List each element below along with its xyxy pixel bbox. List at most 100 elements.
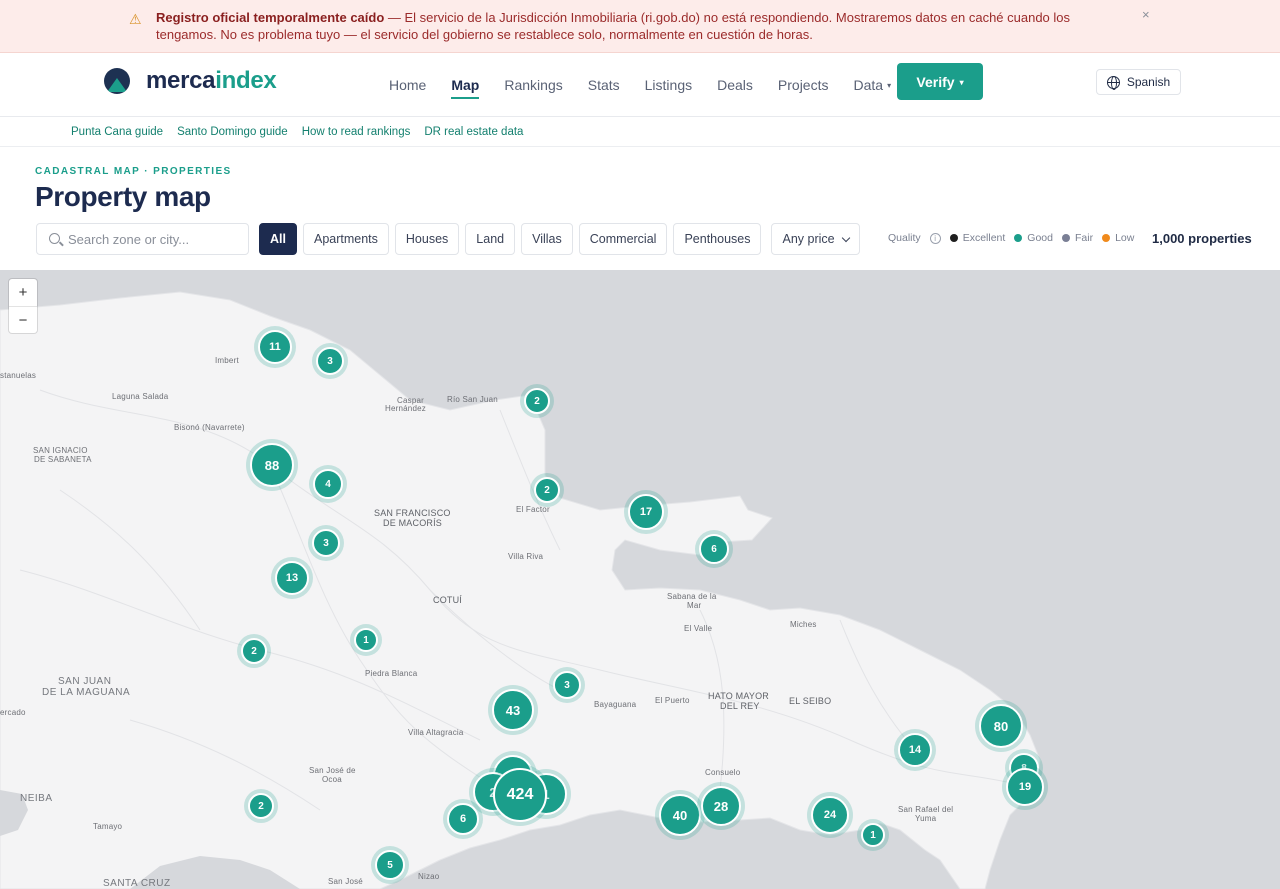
caret-icon: ▾ (887, 81, 892, 90)
property-cluster[interactable]: 1 (861, 823, 885, 847)
zoom-out-button[interactable]: − (9, 306, 37, 333)
property-cluster[interactable]: 6 (699, 534, 729, 564)
quality-label: Quality (888, 232, 921, 244)
language-selector[interactable]: Spanish (1096, 69, 1181, 95)
guide-link[interactable]: Santo Domingo guide (177, 126, 288, 138)
globe-icon (1106, 75, 1120, 90)
guide-link[interactable]: How to read rankings (302, 126, 411, 138)
property-cluster[interactable]: 28 (701, 786, 741, 826)
map-place-label: Bayaguana (594, 700, 637, 709)
property-cluster[interactable]: 11 (258, 330, 292, 364)
map-place-label: Hernández (385, 404, 426, 413)
map-place-label: EL SEIBO (789, 696, 832, 706)
type-filters: All Apartments Houses Land Villas Commercial P… (259, 223, 860, 255)
map-place-label: Villa Riva (508, 552, 544, 561)
site-header: mercaindex Home Map Rankings Stats Listings D… (0, 53, 1280, 117)
map-place-label: San José de (309, 766, 356, 775)
quality-low: Low (1102, 232, 1134, 244)
property-cluster[interactable]: 3 (312, 529, 340, 557)
quality-excellent: Excellent (949, 232, 1005, 244)
property-cluster[interactable]: 424 (493, 768, 547, 822)
map-place-label: Laguna Salada (112, 392, 169, 401)
close-icon[interactable]: × (1142, 7, 1150, 22)
search-input[interactable] (68, 224, 243, 254)
search-box[interactable] (36, 223, 249, 255)
filter-chip-houses[interactable]: Houses (394, 223, 460, 255)
property-cluster[interactable]: 3 (553, 671, 581, 699)
property-cluster[interactable]: 2 (524, 388, 550, 414)
filter-chip-villas[interactable]: Villas (521, 223, 573, 255)
property-cluster[interactable]: 88 (250, 443, 294, 487)
guide-links: Punta Cana guide Santo Domingo guide How t… (0, 117, 1280, 147)
guide-link[interactable]: Punta Cana guide (71, 126, 163, 138)
property-cluster[interactable]: 5 (375, 850, 405, 880)
property-cluster[interactable]: 80 (979, 704, 1023, 748)
filter-chip-all[interactable]: All (259, 223, 297, 255)
map-place-label: Miches (790, 620, 817, 629)
map-place-label: DE MACORÍS (383, 518, 443, 528)
map-place-label: Nizao (418, 872, 440, 881)
chevron-down-icon (841, 233, 850, 242)
brand-name[interactable]: mercaindex (146, 67, 277, 95)
info-icon[interactable]: i (929, 232, 941, 244)
filter-chip-commercial[interactable]: Commercial (578, 223, 668, 255)
quality-legend: Quality i Excellent Good Fair Low (888, 232, 1134, 244)
map-place-label: DEL REY (720, 701, 760, 711)
nav-item-data[interactable]: Data ▾ (853, 53, 891, 117)
zoom-in-button[interactable]: + (9, 279, 37, 306)
price-dropdown[interactable]: Any price (771, 223, 860, 255)
map-place-label: El Valle (684, 624, 713, 633)
map-place-label: Piedra Blanca (365, 669, 418, 678)
nav-item-projects[interactable]: Projects (778, 53, 829, 117)
map-place-label: Villa Altagracia (408, 728, 464, 737)
zoom-controls: + − (9, 279, 37, 333)
map-place-label: SANTA CRUZ (103, 878, 171, 889)
nav-item-listings[interactable]: Listings (645, 53, 692, 117)
property-cluster[interactable]: 4 (313, 469, 343, 499)
property-cluster[interactable]: 2 (248, 793, 274, 819)
caret-icon: ▾ (959, 77, 964, 87)
property-cluster[interactable]: 2 (534, 477, 560, 503)
map-place-label: Imbert (215, 356, 239, 365)
property-cluster[interactable]: 14 (898, 733, 932, 767)
filter-chip-apartments[interactable]: Apartments (302, 223, 389, 255)
map-place-label: DE LA MAGUANA (42, 687, 131, 698)
map-place-label: El Puerto (655, 696, 690, 705)
warning-icon: ⚠ (129, 11, 142, 27)
property-cluster[interactable]: 6 (447, 803, 479, 835)
filter-chip-penthouses[interactable]: Penthouses (673, 223, 762, 255)
property-cluster[interactable]: 13 (275, 561, 309, 595)
property-map[interactable]: + − Imbert stanuelas Laguna Salada Caspar He… (0, 270, 1280, 889)
property-cluster[interactable]: 1 (354, 628, 378, 652)
map-place-label: SAN FRANCISCO (374, 508, 451, 518)
property-cluster[interactable]: 3 (316, 347, 344, 375)
filter-chip-land[interactable]: Land (465, 223, 516, 255)
banner-text: Registro oficial temporalmente caído — E… (156, 9, 1106, 43)
property-cluster[interactable]: 2 (241, 638, 267, 664)
island-landmass (0, 291, 1041, 889)
search-icon (49, 233, 60, 244)
nav-item-home[interactable]: Home (389, 53, 426, 117)
property-cluster[interactable]: 24 (811, 796, 849, 834)
map-place-label: Ocoa (322, 775, 342, 784)
nav-item-deals[interactable]: Deals (717, 53, 753, 117)
nav-item-map[interactable]: Map (451, 53, 480, 117)
map-place-label: COTUÍ (433, 595, 462, 605)
map-place-label: SAN IGNACIO (33, 446, 88, 455)
main-nav: Home Map Rankings Stats Listings Deals Project… (389, 53, 916, 117)
property-count: 1,000 properties (1152, 231, 1252, 246)
map-place-label: HATO MAYOR (708, 691, 770, 701)
map-place-label: ercado (0, 708, 26, 717)
logo-icon[interactable] (104, 68, 130, 94)
property-cluster[interactable]: 17 (628, 494, 664, 530)
verify-button[interactable]: Verify ▾ (897, 63, 983, 100)
property-cluster[interactable]: 19 (1006, 768, 1044, 806)
property-cluster[interactable]: 40 (659, 794, 701, 836)
map-place-label: Mar (687, 601, 702, 610)
nav-item-stats[interactable]: Stats (588, 53, 620, 117)
map-place-label: San Rafael del (898, 805, 954, 814)
map-place-label: Yuma (915, 814, 937, 823)
property-cluster[interactable]: 43 (492, 689, 534, 731)
nav-item-rankings[interactable]: Rankings (504, 53, 562, 117)
guide-link[interactable]: DR real estate data (424, 126, 523, 138)
